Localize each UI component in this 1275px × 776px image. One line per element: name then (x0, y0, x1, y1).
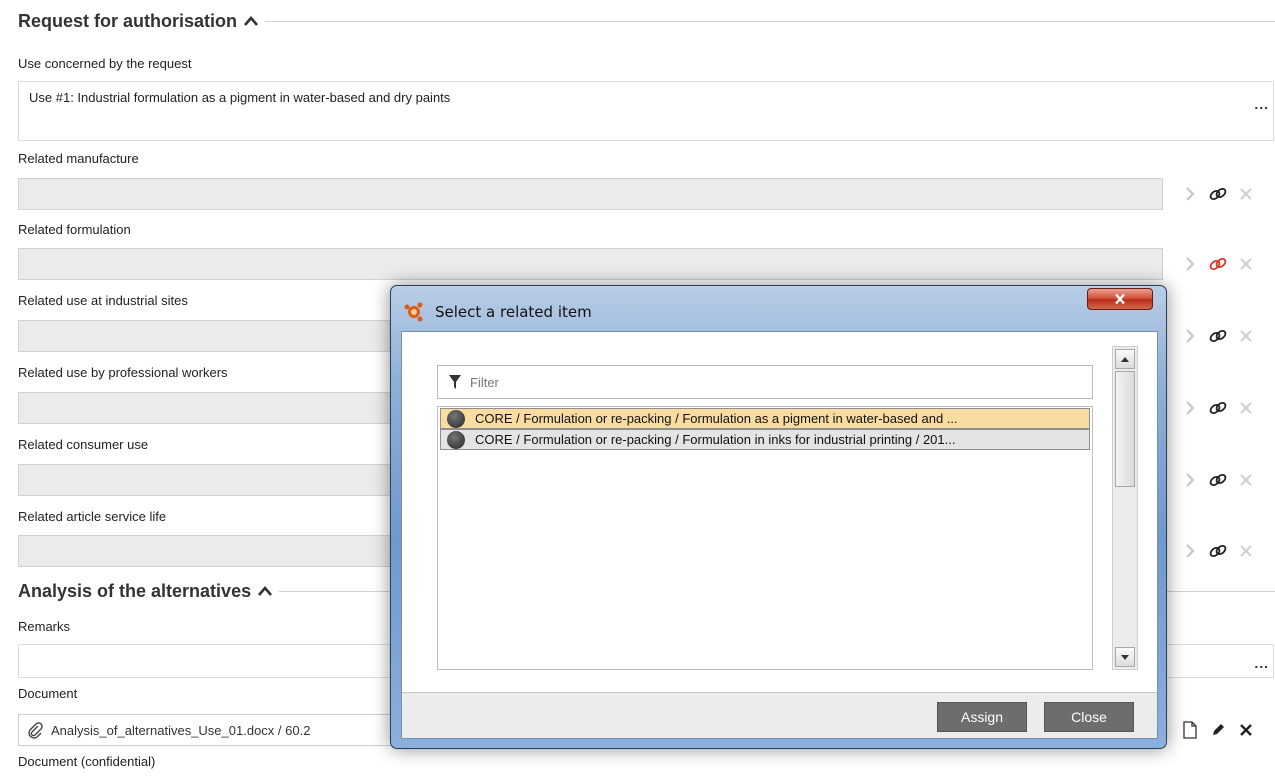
filter-placeholder: Filter (470, 374, 499, 390)
document-filename: Analysis_of_alternatives_Use_01.docx / 6… (51, 722, 311, 738)
triangle-up-icon (1121, 356, 1129, 362)
related-article-label: Related article service life (18, 509, 167, 524)
related-industrial-actions (1176, 320, 1260, 352)
chevron-right-icon[interactable] (1176, 180, 1204, 208)
scroll-thumb[interactable] (1115, 371, 1135, 487)
related-consumer-label: Related consumer use (18, 437, 149, 452)
close-icon[interactable] (1232, 537, 1260, 565)
close-icon[interactable] (1232, 322, 1260, 350)
link-icon[interactable] (1204, 180, 1232, 208)
use-concerned-label: Use concerned by the request (18, 56, 192, 71)
chevron-right-icon[interactable] (1176, 322, 1204, 350)
related-professional-actions (1176, 392, 1260, 424)
related-manufacture-label: Related manufacture (18, 151, 139, 166)
link-icon[interactable] (1204, 322, 1232, 350)
related-industrial-label: Related use at industrial sites (18, 293, 188, 308)
related-manufacture-field[interactable] (18, 178, 1163, 210)
scroll-down-button[interactable] (1115, 647, 1135, 667)
use-concerned-value: Use #1: Industrial formulation as a pigm… (29, 90, 451, 105)
document-icon[interactable] (1176, 716, 1204, 744)
close-icon[interactable] (1232, 394, 1260, 422)
chevron-up-icon[interactable] (257, 585, 273, 597)
document-actions (1176, 714, 1260, 746)
close-button[interactable]: Close (1044, 702, 1134, 732)
close-icon[interactable] (1232, 466, 1260, 494)
dialog-footer: Assign Close (402, 692, 1157, 738)
chevron-up-icon[interactable] (243, 15, 259, 27)
list-item[interactable]: CORE / Formulation or re-packing / Formu… (440, 408, 1090, 429)
list-item-label: CORE / Formulation or re-packing / Formu… (475, 411, 958, 426)
section-title: Analysis of the alternatives (18, 580, 252, 601)
link-icon[interactable] (1204, 250, 1232, 278)
link-icon[interactable] (1204, 466, 1232, 494)
section-header-request: Request for authorisation (18, 8, 1275, 34)
link-icon[interactable] (1204, 537, 1232, 565)
list-item-label: CORE / Formulation or re-packing / Formu… (475, 432, 956, 447)
document-label: Document (18, 686, 78, 701)
chevron-right-icon[interactable] (1176, 394, 1204, 422)
chevron-right-icon[interactable] (1176, 466, 1204, 494)
related-consumer-actions (1176, 464, 1260, 496)
link-icon[interactable] (1204, 394, 1232, 422)
section-title: Request for authorisation (18, 10, 238, 31)
related-formulation-field[interactable] (18, 248, 1163, 280)
dialog-close-button[interactable] (1087, 288, 1153, 310)
list-item[interactable]: CORE / Formulation or re-packing / Formu… (440, 429, 1090, 450)
dialog-body: Filter CORE / Formulation or re-packing … (401, 331, 1158, 739)
dialog-title: Select a related item (435, 303, 592, 321)
paperclip-icon (28, 722, 43, 739)
select-related-item-dialog: Select a related item Filter CORE / Form… (390, 285, 1167, 749)
scroll-up-button[interactable] (1115, 349, 1135, 369)
related-formulation-actions (1176, 248, 1260, 280)
related-professional-label: Related use by professional workers (18, 365, 228, 380)
related-item-list: CORE / Formulation or re-packing / Formu… (437, 406, 1093, 670)
filter-input[interactable]: Filter (437, 365, 1093, 399)
related-formulation-label: Related formulation (18, 222, 131, 237)
related-article-actions (1176, 535, 1260, 567)
more-button[interactable]: ... (1254, 96, 1269, 112)
pencil-icon[interactable] (1204, 716, 1232, 744)
document-confidential-label: Document (confidential) (18, 754, 156, 769)
remarks-label: Remarks (18, 619, 71, 634)
status-dot-icon (447, 430, 465, 449)
status-dot-icon (447, 409, 465, 428)
close-icon[interactable] (1232, 180, 1260, 208)
app-logo-icon (404, 302, 423, 322)
assign-button[interactable]: Assign (937, 702, 1027, 732)
triangle-down-icon (1121, 654, 1129, 660)
chevron-right-icon[interactable] (1176, 250, 1204, 278)
chevron-right-icon[interactable] (1176, 537, 1204, 565)
close-icon[interactable] (1232, 250, 1260, 278)
close-icon (1115, 293, 1125, 305)
filter-icon (449, 375, 461, 389)
related-manufacture-actions (1176, 178, 1260, 210)
more-button[interactable]: ... (1254, 655, 1269, 671)
close-icon[interactable] (1232, 716, 1260, 744)
use-concerned-field[interactable]: Use #1: Industrial formulation as a pigm… (18, 81, 1274, 141)
section-divider (265, 20, 1275, 22)
vertical-scrollbar[interactable] (1112, 346, 1138, 670)
